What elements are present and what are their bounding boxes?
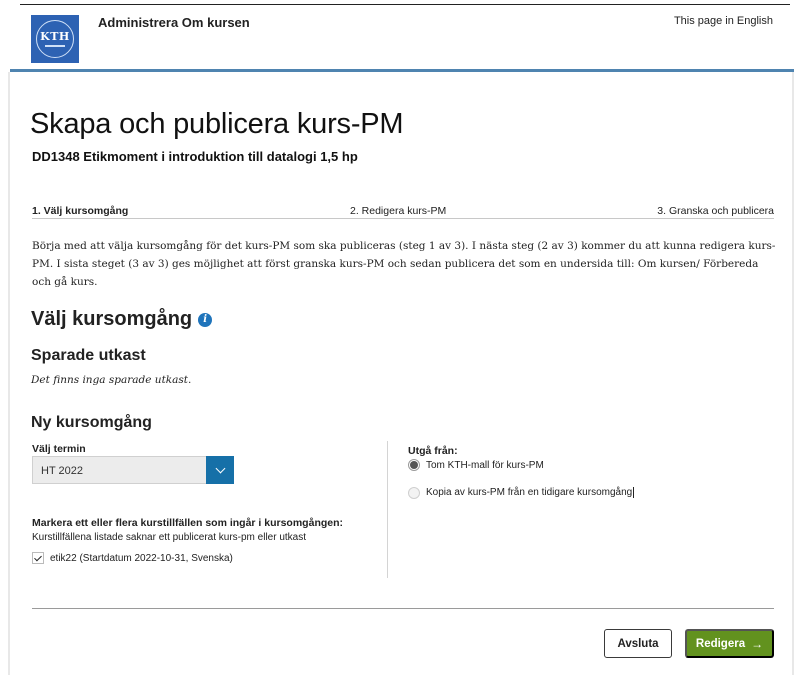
site-header: KTH Administrera Om kursen This page in … xyxy=(20,4,790,70)
logo-underline xyxy=(45,45,65,47)
actions-divider xyxy=(32,608,774,609)
logo-emblem: KTH xyxy=(36,20,74,58)
base-option-copy[interactable]: Kopia av kurs-PM från en tidigare kursom… xyxy=(408,486,635,500)
intro-text: Börja med att välja kursomgång för det k… xyxy=(32,240,776,288)
arrow-right-icon: → xyxy=(751,636,764,651)
chevron-down-icon xyxy=(215,463,225,473)
progress-steps: 1. Välj kursomgång 2. Redigera kurs-PM 3… xyxy=(32,205,774,219)
step-2: 2. Redigera kurs-PM xyxy=(350,205,447,217)
steps-divider xyxy=(32,218,774,219)
term-label: Välj termin xyxy=(32,443,86,455)
drafts-title: Sparade utkast xyxy=(31,347,146,364)
section-title: Välj kursomgång i xyxy=(31,308,213,331)
text-cursor xyxy=(633,487,635,499)
occasion-option[interactable]: etik22 (Startdatum 2022-10-31, Svenska) xyxy=(32,551,233,565)
radio-selected-dot xyxy=(410,461,418,469)
app-title: Administrera Om kursen xyxy=(98,15,250,30)
logo-text: KTH xyxy=(40,30,70,43)
checkmark-icon xyxy=(34,553,42,561)
edit-button[interactable]: Redigera → xyxy=(685,629,774,658)
occasion-label: etik22 (Startdatum 2022-10-31, Svenska) xyxy=(50,552,233,564)
base-label: Utgå från: xyxy=(408,445,458,457)
drafts-empty-text: Det finns inga sparade utkast. xyxy=(31,374,192,386)
occasion-checkbox[interactable] xyxy=(32,552,44,564)
edit-button-label: Redigera xyxy=(695,637,746,650)
copy-radio-label: Kopia av kurs-PM från en tidigare kursom… xyxy=(426,487,635,499)
term-select[interactable]: HT 2022 xyxy=(32,456,234,484)
cancel-button[interactable]: Avsluta xyxy=(604,629,672,658)
info-icon[interactable]: i xyxy=(198,312,213,327)
step-1: 1. Välj kursomgång xyxy=(32,205,129,217)
language-link[interactable]: This page in English xyxy=(674,15,773,27)
kth-logo[interactable]: KTH xyxy=(31,15,79,63)
course-title: DD1348 Etikmoment i introduktion till da… xyxy=(32,149,358,164)
occasions-label: Markera ett eller flera kurstillfällen s… xyxy=(32,517,344,529)
new-occasion-title: Ny kursomgång xyxy=(31,414,152,431)
page-frame-left xyxy=(8,72,10,675)
copy-radio[interactable] xyxy=(408,487,420,499)
term-select-button[interactable] xyxy=(206,456,234,484)
template-radio-label: Tom KTH-mall för kurs-PM xyxy=(426,459,544,471)
step-3: 3. Granska och publicera xyxy=(657,205,774,217)
header-accent-bar xyxy=(10,69,794,72)
page-frame-right xyxy=(792,72,794,675)
section-title-text: Välj kursomgång xyxy=(31,308,193,330)
term-select-value: HT 2022 xyxy=(41,465,83,477)
copy-radio-text: Kopia av kurs-PM från en tidigare kursom… xyxy=(426,487,633,499)
column-divider xyxy=(387,441,388,578)
occasions-hint: Kurstillfällena listade saknar ett publi… xyxy=(32,532,307,543)
page-title: Skapa och publicera kurs-PM xyxy=(30,108,404,140)
template-radio[interactable] xyxy=(408,459,420,471)
base-option-template[interactable]: Tom KTH-mall för kurs-PM xyxy=(408,458,544,472)
